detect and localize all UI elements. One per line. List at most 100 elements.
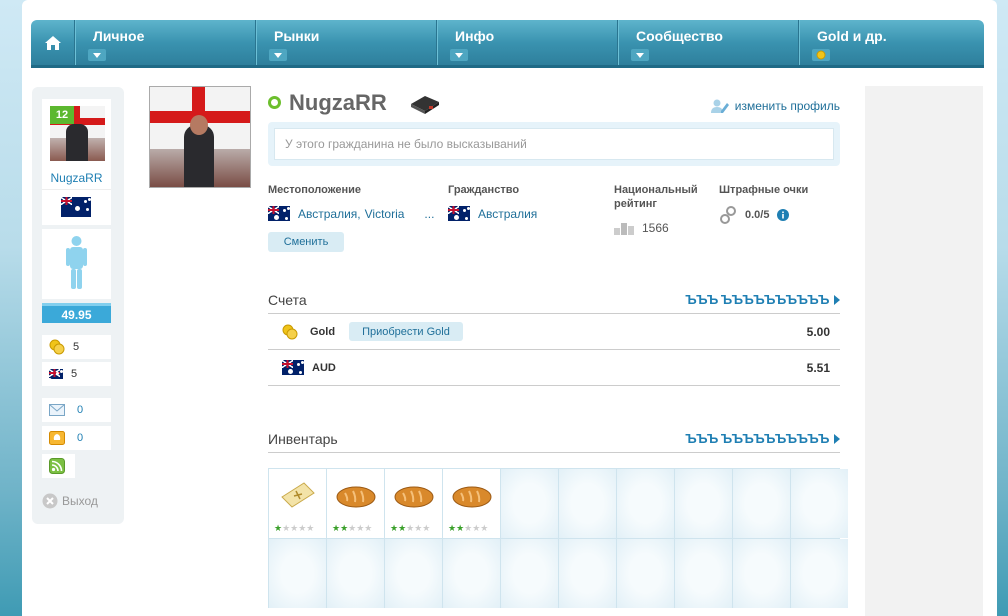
chevron-right-icon xyxy=(834,294,840,305)
inventory-slot-empty xyxy=(327,539,384,608)
national-rank-label: Национальный рейтинг xyxy=(614,183,698,211)
change-location-button[interactable]: Сменить xyxy=(268,232,344,252)
inventory-link[interactable]: ЪЪЪ ЪЪЪЪЪЪЪЪЪЪ xyxy=(685,431,840,446)
national-rank-number: 1566 xyxy=(642,221,669,235)
sidebar-body-figure xyxy=(42,229,111,299)
quality-stars: ★★★★★ xyxy=(390,523,431,533)
nav-info[interactable]: Инфо xyxy=(437,20,618,65)
inventory-slot[interactable]: ★★★★★ xyxy=(269,469,326,538)
inventory-slot-empty xyxy=(385,539,442,608)
profile-avatar xyxy=(149,86,251,188)
inventory-slot-empty xyxy=(675,469,732,538)
gold-coins-icon xyxy=(282,324,298,339)
location-region-link[interactable]: Victoria xyxy=(365,207,405,221)
nav-markets-label: Рынки xyxy=(274,28,320,44)
inventory-slot[interactable]: ★★★★★ xyxy=(327,469,384,538)
strength-value: 49.95 xyxy=(61,307,92,322)
inventory-slot-empty xyxy=(443,539,500,608)
chevron-right-icon xyxy=(834,433,840,444)
right-panel xyxy=(865,86,983,616)
location-country-link[interactable]: Австралия, xyxy=(298,207,361,221)
info-icon[interactable] xyxy=(777,209,790,221)
sidebar: 12 NugzaRR 49.95 5 5 0 0 Выход xyxy=(32,87,124,524)
location-value: Австралия, Victoria ... xyxy=(268,206,434,221)
edit-profile-link[interactable]: изменить профиль xyxy=(710,98,840,114)
nav-community[interactable]: Сообщество xyxy=(618,20,799,65)
penalty-number: 0.0/5 xyxy=(745,209,770,221)
national-rank-value: 1566 xyxy=(614,221,669,235)
page: Личное Рынки Инфо Сообщество Gold и др. xyxy=(22,0,997,616)
inventory-link-label: ЪЪЪ ЪЪЪЪЪЪЪЪЪЪ xyxy=(685,431,829,446)
online-status-icon xyxy=(268,96,281,109)
inventory-title: Инвентарь xyxy=(268,431,338,447)
nav-gold[interactable]: Gold и др. xyxy=(799,20,983,65)
nav-gold-label: Gold и др. xyxy=(817,28,887,44)
penalty-value: 0.0/5 xyxy=(719,206,790,224)
accounts-title: Счета xyxy=(268,292,307,308)
ticket-icon xyxy=(281,482,315,508)
podium-icon xyxy=(614,223,634,235)
sidebar-profile-card: 12 NugzaRR xyxy=(42,99,111,225)
chevron-down-icon[interactable] xyxy=(450,49,468,61)
inventory-slot[interactable]: ★★★★★ xyxy=(385,469,442,538)
sidebar-alerts-value: 0 xyxy=(77,432,84,444)
bread-icon xyxy=(336,486,376,508)
logout-button[interactable]: Выход xyxy=(42,493,98,509)
nav-markets[interactable]: Рынки xyxy=(256,20,437,65)
gold-coins-icon xyxy=(49,339,65,355)
home-button[interactable] xyxy=(31,20,75,65)
inventory-slot[interactable]: ★★★★★ xyxy=(443,469,500,538)
location-label: Местоположение xyxy=(268,184,362,196)
nav-community-label: Сообщество xyxy=(636,28,723,44)
quality-stars: ★★★★★ xyxy=(274,523,315,533)
strength-bar: 49.95 xyxy=(42,303,111,323)
accounts-link[interactable]: ЪЪЪ ЪЪЪЪЪЪЪЪЪЪ xyxy=(685,292,840,307)
inventory-slot-empty xyxy=(675,539,732,608)
inventory-slot-empty xyxy=(501,469,558,538)
quality-stars: ★★★★★ xyxy=(332,523,373,533)
sidebar-messages-value: 0 xyxy=(77,404,84,416)
profile-username: NugzaRR xyxy=(289,90,387,115)
gold-coin-icon[interactable] xyxy=(812,49,830,61)
account-gold-name: Gold xyxy=(310,325,336,338)
chevron-down-icon[interactable] xyxy=(269,49,287,61)
body-figure-icon xyxy=(66,236,87,289)
australia-flag-icon xyxy=(61,197,91,217)
account-row-aud: AUD 5.51 xyxy=(268,350,840,386)
sidebar-gold-row[interactable]: 5 xyxy=(42,335,111,359)
sidebar-currency-row[interactable]: 5 xyxy=(42,362,111,386)
sidebar-username[interactable]: NugzaRR xyxy=(42,171,111,185)
logout-label: Выход xyxy=(62,494,98,508)
sidebar-messages-row[interactable]: 0 xyxy=(42,398,111,422)
inventory-slot-empty xyxy=(791,469,848,538)
account-aud-amount: 5.51 xyxy=(806,360,830,375)
penalty-label: Штрафные очки xyxy=(719,184,809,196)
accounts-link-label: ЪЪЪ ЪЪЪЪЪЪЪЪЪЪ xyxy=(685,292,829,307)
chevron-down-icon[interactable] xyxy=(88,49,106,61)
mail-icon xyxy=(49,404,65,416)
nav-personal[interactable]: Личное xyxy=(75,20,256,65)
account-row-gold: Gold Приобрести Gold 5.00 xyxy=(268,314,840,350)
sidebar-feed-row[interactable] xyxy=(42,454,75,478)
status-text: У этого гражданина не было высказываний xyxy=(274,128,834,160)
buy-gold-button[interactable]: Приобрести Gold xyxy=(349,322,463,341)
status-box: У этого гражданина не было высказываний xyxy=(268,122,840,166)
inventory-slot-empty xyxy=(791,539,848,608)
sidebar-currency-value: 5 xyxy=(71,368,78,380)
account-gold-amount: 5.00 xyxy=(806,324,830,339)
citizenship-label: Гражданство xyxy=(448,184,520,196)
inventory-grid: ★★★★★ ★★★★★ ★★★★★ ★★★★★ xyxy=(268,468,848,608)
quality-stars: ★★★★★ xyxy=(448,523,489,533)
sidebar-alerts-row[interactable]: 0 xyxy=(42,426,111,450)
handcuffs-icon xyxy=(720,206,736,224)
inventory-slot-empty xyxy=(269,539,326,608)
australia-flag-icon xyxy=(282,360,304,375)
location-more-link[interactable]: ... xyxy=(424,207,434,221)
bread-icon xyxy=(452,486,492,508)
account-aud-name: AUD xyxy=(312,361,336,374)
citizenship-link[interactable]: Австралия xyxy=(478,207,537,221)
book-icon[interactable] xyxy=(409,94,441,114)
australia-flag-icon xyxy=(268,206,290,221)
inventory-slot-empty xyxy=(617,469,674,538)
chevron-down-icon[interactable] xyxy=(631,49,649,61)
